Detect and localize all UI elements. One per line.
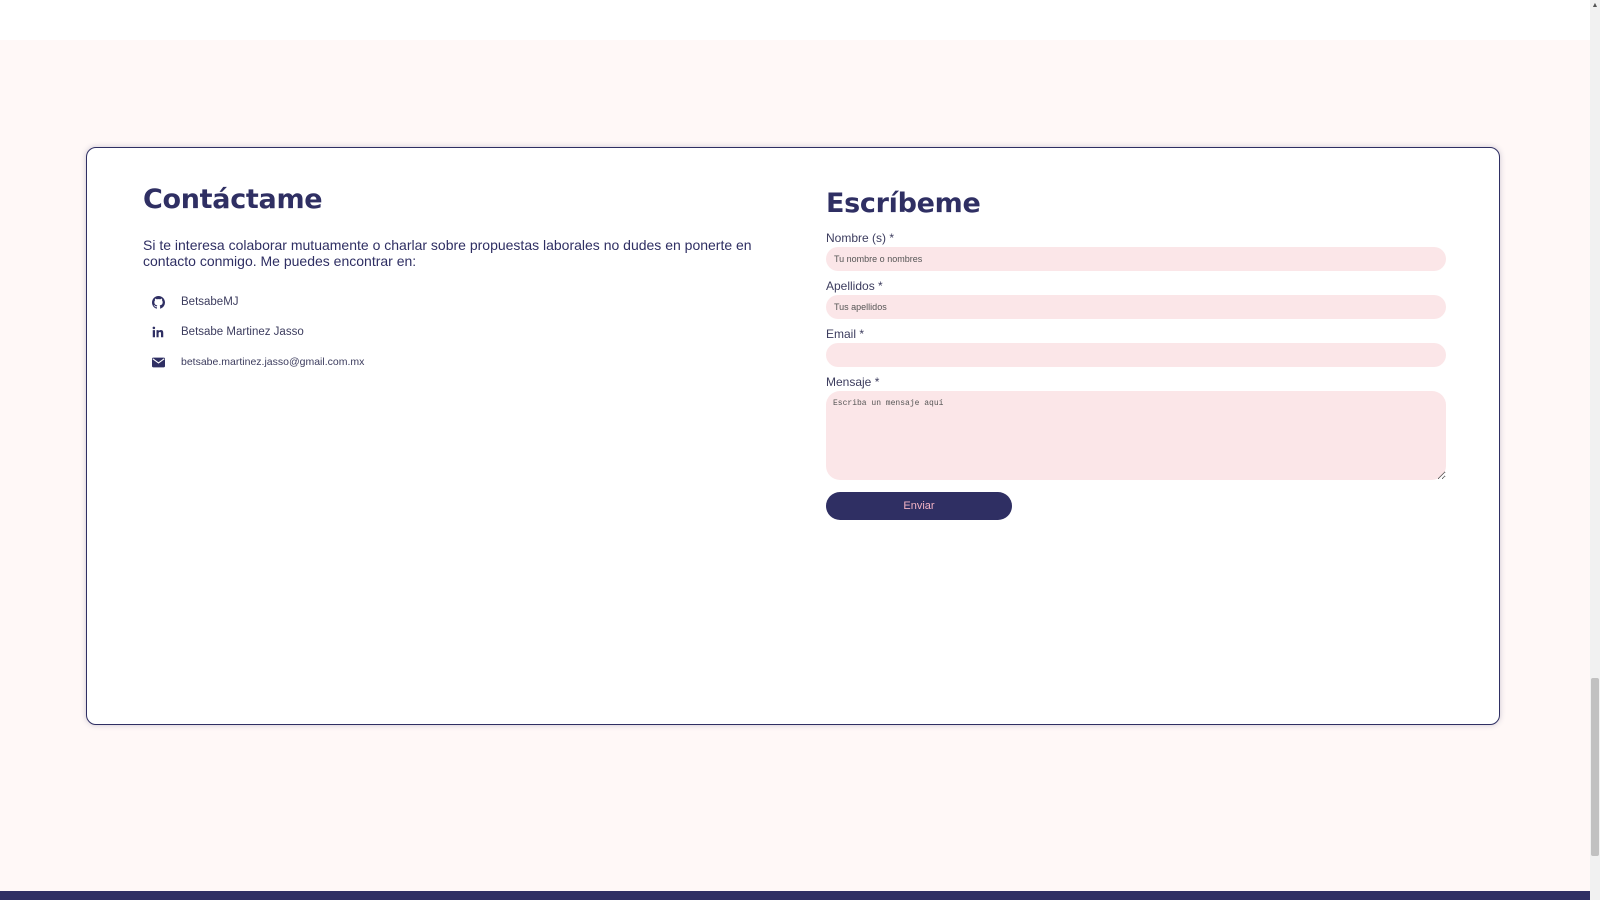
nombre-group: Nombre (s) *	[826, 231, 1446, 271]
github-icon	[151, 295, 165, 309]
email-label: Email *	[826, 327, 865, 341]
contact-link-linkedin[interactable]: Betsabe Martinez Jasso	[151, 317, 767, 347]
linkedin-icon	[151, 325, 165, 339]
contact-link-email[interactable]: betsabe.martinez.jasso@gmail.com.mx	[151, 347, 767, 377]
contact-title: Contáctame	[143, 184, 323, 215]
mensaje-group: Mensaje *	[826, 375, 1446, 480]
mensaje-label: Mensaje *	[826, 375, 880, 389]
form-title: Escríbeme	[826, 188, 981, 219]
apellidos-group: Apellidos *	[826, 279, 1446, 319]
nombre-label: Nombre (s) *	[826, 231, 895, 245]
scroll-up-arrow-icon[interactable]: ▲	[1591, 2, 1599, 10]
envelope-icon	[151, 355, 165, 369]
email-input[interactable]	[826, 343, 1446, 367]
footer-bar	[0, 891, 1590, 900]
contact-intro: Si te interesa colaborar mutuamente o ch…	[143, 237, 752, 269]
scrollbar-thumb[interactable]	[1591, 678, 1599, 856]
submit-button[interactable]: Enviar	[826, 492, 1012, 520]
email-link-label: betsabe.martinez.jasso@gmail.com.mx	[181, 356, 365, 368]
contact-card: Contáctame Si te interesa colaborar mutu…	[86, 147, 1500, 725]
nombre-input[interactable]	[826, 247, 1446, 271]
mensaje-textarea[interactable]	[826, 391, 1446, 480]
apellidos-label: Apellidos *	[826, 279, 883, 293]
github-link-label: BetsabeMJ	[181, 296, 239, 308]
top-bar	[0, 0, 1590, 40]
scrollbar[interactable]: ▲	[1590, 0, 1600, 900]
contact-links: BetsabeMJ Betsabe Martinez Jasso betsabe…	[151, 287, 767, 377]
email-group: Email *	[826, 327, 1446, 367]
apellidos-input[interactable]	[826, 295, 1446, 319]
contact-info: Contáctame Si te interesa colaborar mutu…	[143, 184, 767, 377]
contact-form: Escríbeme Nombre (s) * Apellidos * Email…	[826, 188, 1446, 520]
contact-link-github[interactable]: BetsabeMJ	[151, 287, 767, 317]
linkedin-link-label: Betsabe Martinez Jasso	[181, 326, 304, 338]
